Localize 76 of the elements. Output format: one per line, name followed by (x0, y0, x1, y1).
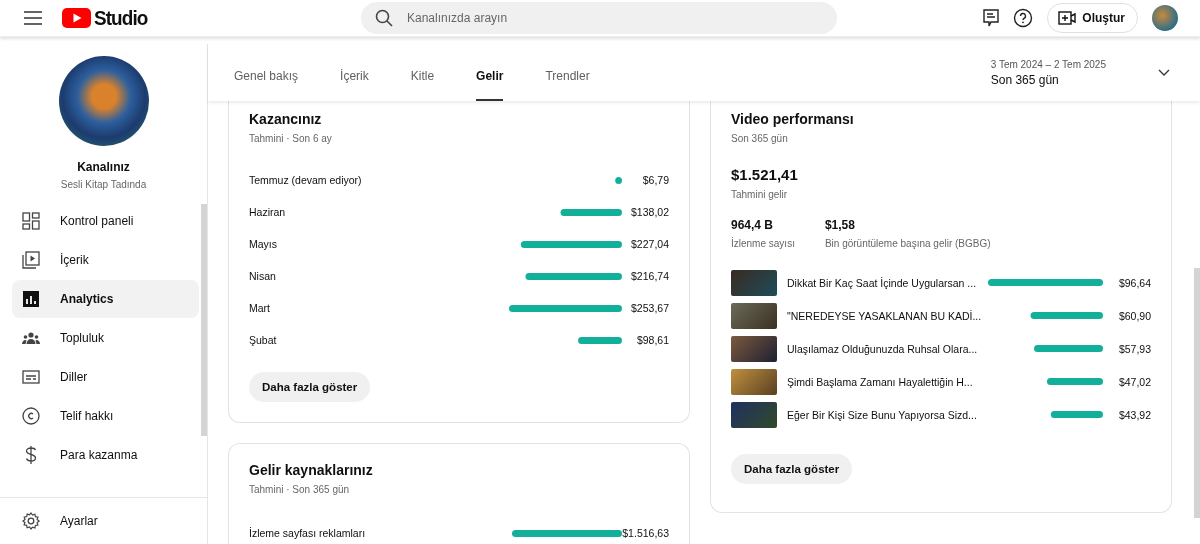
analytics-tab[interactable]: Trendler (545, 65, 590, 101)
create-button[interactable]: Oluştur (1047, 3, 1138, 33)
revenue-value: $1.516,63 (622, 527, 669, 539)
video-title[interactable]: "NEREDEYSE YASAKLANAN BU KADİ... (787, 309, 988, 322)
scrollbar[interactable] (201, 204, 207, 436)
thumbnail-placeholder[interactable] (731, 368, 777, 395)
sidebar-item[interactable]: Kontrol paneli (12, 202, 199, 240)
card-subtitle: Son 365 gün (731, 133, 789, 144)
dashboard-icon (22, 212, 40, 230)
show-more-button[interactable]: Daha fazla göster (731, 454, 853, 484)
sidebar-item[interactable]: Para kazanma (12, 436, 199, 474)
video-revenue-value: $47,02 (1117, 375, 1151, 388)
sidebar-item[interactable]: Diller (12, 358, 199, 396)
analytics-tab[interactable]: Genel bakış (234, 65, 299, 101)
card-subtitle: Tahmini · Son 6 ay (249, 133, 333, 144)
copyright-icon (22, 407, 40, 425)
video-title[interactable]: Ulaşılamaz Olduğunuzda Ruhsal Olara... (787, 342, 988, 355)
analytics-icon (22, 290, 40, 308)
thumbnail-placeholder[interactable] (731, 335, 777, 362)
stat-label: Bin görüntüleme başına gelir (BGBG) (824, 238, 991, 249)
earnings-value: $6,79 (641, 174, 669, 186)
date-range-dropdown[interactable]: 3 Tem 2024 – 2 Tem 2025 Son 365 gün (990, 58, 1170, 87)
sidebar-item[interactable]: Topluluk (12, 319, 199, 357)
channel-title: Kanalınız (77, 160, 130, 174)
channel-name: Sesli Kitap Tadında (60, 179, 147, 190)
source-label: İzleme sayfası reklamları (249, 527, 367, 539)
earnings-value: $253,67 (630, 302, 669, 314)
analytics-tab[interactable]: Kitle (410, 65, 435, 101)
video-revenue-value: $60,90 (1117, 309, 1151, 322)
month-label: Mayıs (249, 238, 278, 250)
month-label: Haziran (249, 206, 287, 218)
earnings-value: $98,61 (635, 334, 669, 346)
stat-label: İzlenme sayısı (731, 238, 795, 249)
card-title: Kazancınız (249, 111, 323, 127)
video-icon (22, 251, 40, 269)
month-label: Mart (249, 302, 271, 314)
month-label: Temmuz (devam ediyor) (249, 174, 363, 186)
search-field[interactable]: Kanalınızda arayın (361, 2, 837, 34)
month-label: Nisan (249, 270, 277, 282)
sidebar-item[interactable]: İçerik (12, 241, 199, 279)
sidebar-item[interactable]: Telif hakkı (12, 397, 199, 435)
account-avatar[interactable] (1152, 5, 1178, 31)
earnings-value: $138,02 (630, 206, 669, 218)
show-more-button[interactable]: Daha fazla göster (249, 372, 371, 402)
chevron-down-icon (1158, 68, 1170, 77)
sidebar-item[interactable]: Analytics (12, 280, 199, 318)
stat-value: $1,58 (824, 218, 856, 232)
stat-value: 964,4 B (731, 218, 775, 232)
video-title[interactable]: Dikkat Bir Kaç Saat İçinde Uygularsan ... (787, 276, 988, 289)
video-revenue-value: $57,93 (1117, 342, 1151, 355)
revenue-total: $1.521,41 (731, 166, 799, 183)
play-logo-icon (62, 8, 91, 28)
menu-icon[interactable] (24, 11, 42, 25)
feedback-icon[interactable] (983, 9, 1000, 27)
earnings-value: $216,74 (630, 270, 669, 282)
help-icon[interactable] (1013, 8, 1034, 28)
earnings-value: $227,04 (630, 238, 669, 250)
scrollbar[interactable] (1194, 268, 1200, 518)
analytics-tab[interactable]: İçerik (340, 65, 369, 101)
card-subtitle: Tahmini · Son 365 gün (249, 484, 351, 495)
settings-icon (22, 512, 40, 530)
thumbnail-placeholder[interactable] (731, 401, 777, 428)
video-title[interactable]: Şimdi Başlama Zamanı Hayalettiğin H... (787, 375, 988, 388)
video-title[interactable]: Eğer Bir Kişi Size Bunu Yapıyorsa Sizd... (787, 408, 988, 421)
studio-logo-text: Studio (94, 6, 148, 30)
card-title: Gelir kaynaklarınız (249, 462, 374, 478)
people-icon (22, 330, 40, 346)
thumbnail-placeholder[interactable] (731, 269, 777, 296)
video-revenue-value: $43,92 (1117, 408, 1151, 421)
video-revenue-value: $96,64 (1117, 276, 1151, 289)
card-title: Video performansı (731, 111, 855, 127)
add-video-icon (1058, 11, 1077, 25)
subtitles-icon (22, 370, 40, 384)
month-label: Şubat (249, 334, 278, 346)
thumbnail-placeholder[interactable] (731, 302, 777, 329)
revenue-label: Tahmini gelir (731, 189, 789, 200)
